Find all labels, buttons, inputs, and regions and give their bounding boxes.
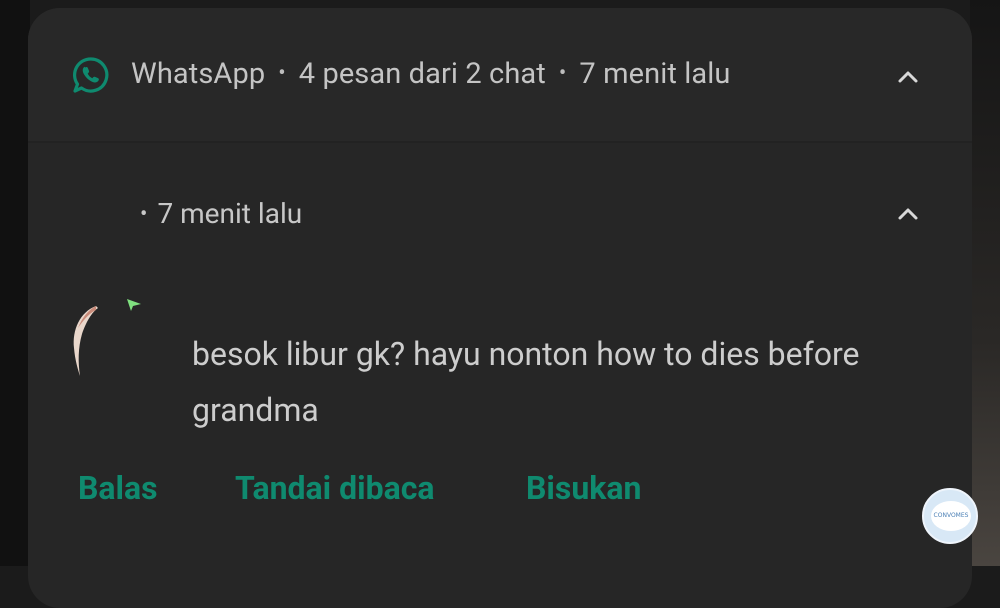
notification-time: 7 menit lalu (579, 57, 731, 91)
send-arrow-icon (127, 299, 141, 311)
collapse-chevron-icon[interactable] (896, 68, 920, 84)
background-right (970, 0, 1000, 566)
collapse-conversation-chevron-icon[interactable] (896, 205, 920, 221)
avatar (73, 306, 98, 376)
separator-dot: • (140, 202, 148, 227)
separator-dot: • (278, 61, 286, 86)
mute-button[interactable]: Bisukan (526, 469, 641, 507)
notification-summary: WhatsApp • 4 pesan dari 2 chat • 7 menit lal… (131, 57, 731, 91)
notification-card[interactable]: WhatsApp • 4 pesan dari 2 chat • 7 menit lal… (28, 8, 972, 608)
message-text: besok libur gk? hayu nonton how to dies … (192, 335, 860, 429)
whatsapp-icon (72, 57, 109, 93)
background-left (0, 0, 30, 566)
mark-read-button[interactable]: Tandai dibaca (235, 469, 435, 507)
reply-button[interactable]: Balas (78, 469, 158, 507)
conversation-time: 7 menit lalu (157, 197, 303, 230)
floating-bubble-button[interactable]: CONVOMES (922, 488, 978, 544)
bubble-logo: CONVOMES (931, 501, 971, 531)
app-name: WhatsApp (131, 57, 266, 91)
separator-dot: • (558, 61, 567, 86)
conversation-header[interactable]: • 7 menit lalu (76, 197, 302, 230)
sender-name (76, 200, 134, 226)
message-count: 4 pesan dari 2 chat (298, 57, 546, 91)
header-divider (28, 141, 972, 143)
notification-header[interactable]: WhatsApp • 4 pesan dari 2 chat • 7 menit lal… (28, 8, 972, 141)
